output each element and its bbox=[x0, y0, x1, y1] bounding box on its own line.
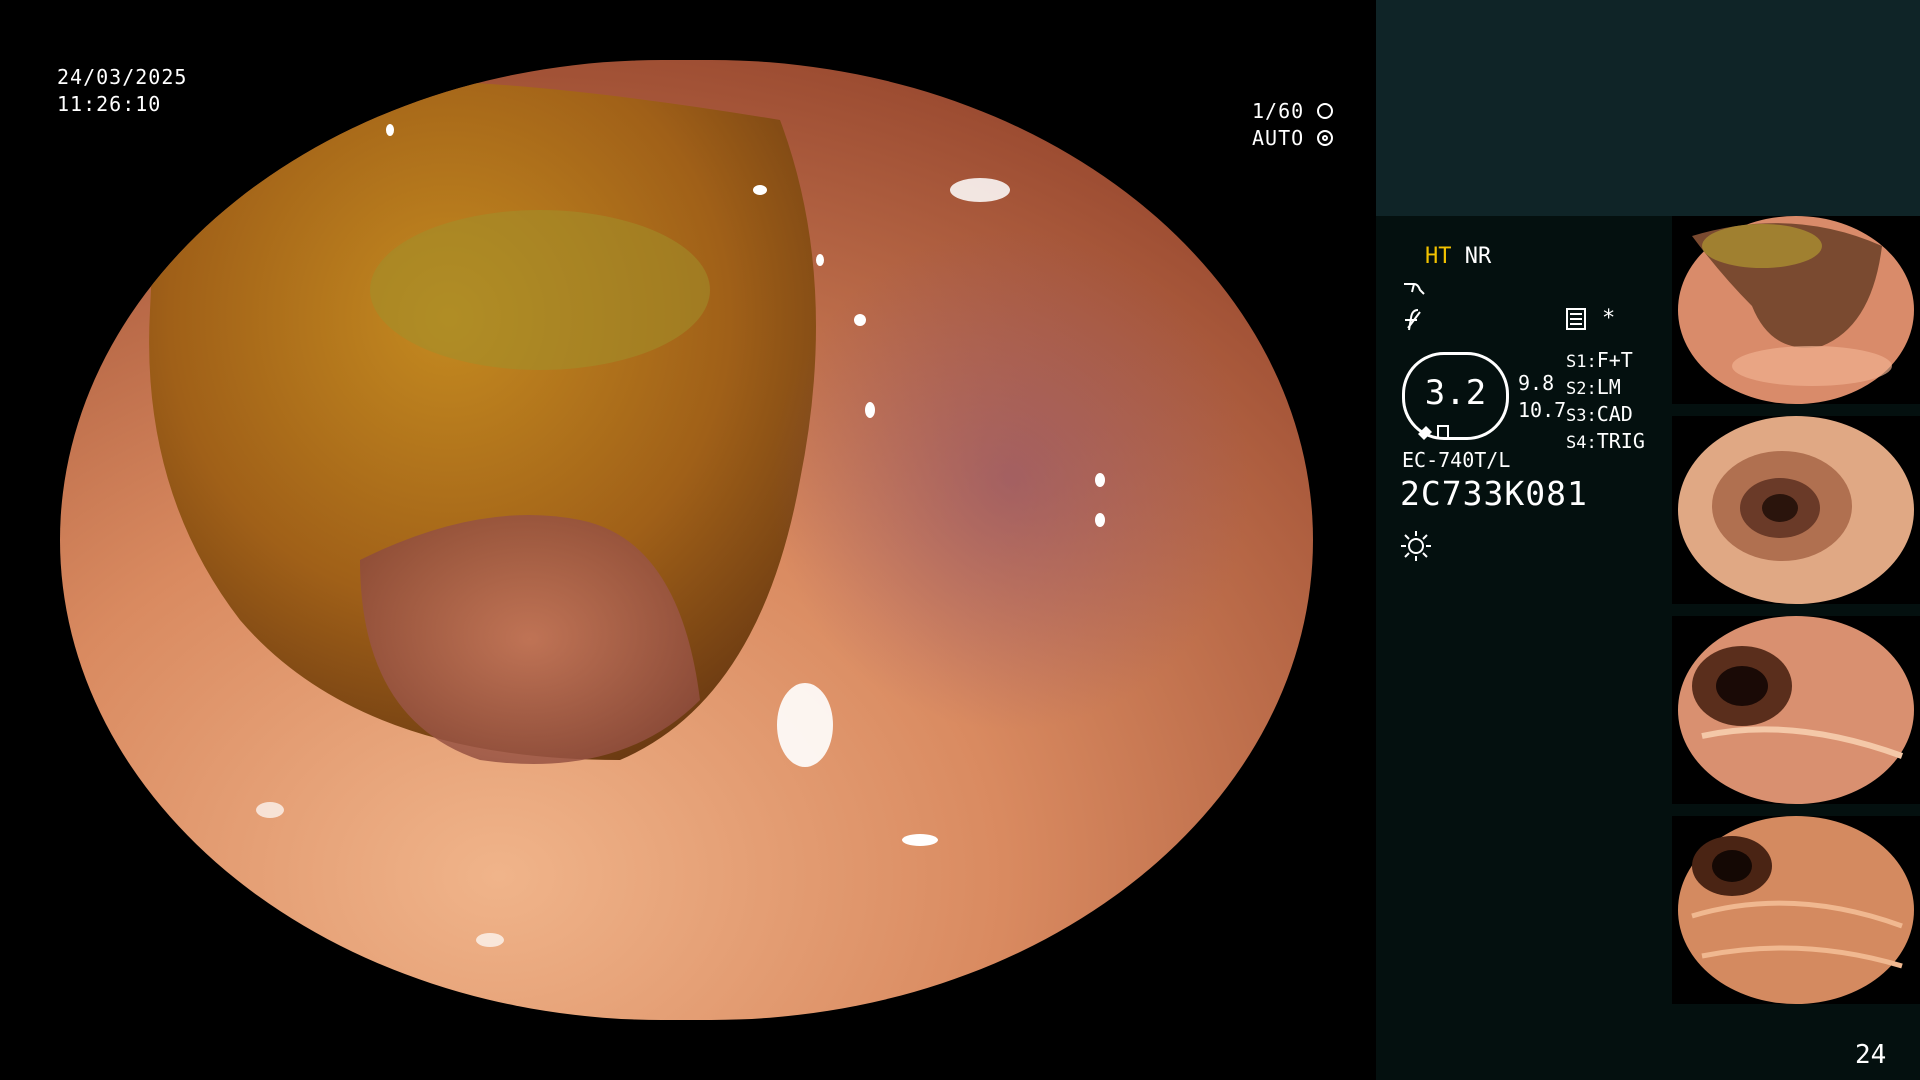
mode-ht: HT bbox=[1425, 244, 1452, 269]
switch-value: F+T bbox=[1596, 348, 1633, 372]
side-values: 9.8 10.7 bbox=[1518, 370, 1566, 424]
switch-key: S4: bbox=[1566, 433, 1597, 453]
aperture-icon bbox=[1317, 102, 1334, 119]
thumbnail-serial: 2C733K081 bbox=[1676, 793, 1725, 803]
thumbnail-serial: 2C733K081 bbox=[1676, 993, 1725, 1003]
curve-icon bbox=[1402, 278, 1428, 298]
exposure-mode-text: AUTO bbox=[1252, 126, 1305, 150]
switch-key: S2: bbox=[1566, 379, 1597, 399]
switch-item: S1:F+T bbox=[1566, 348, 1645, 375]
thumbnail-number: 21 bbox=[1908, 793, 1919, 803]
date-text: 24/03/2025 bbox=[57, 65, 188, 89]
switch-key: S3: bbox=[1566, 406, 1597, 426]
iris-icon bbox=[1317, 129, 1334, 146]
switch-item: S4:TRIG bbox=[1566, 429, 1645, 456]
scope-model: EC-740T/L bbox=[1402, 448, 1511, 472]
thumbnail[interactable]: 2C733K081 21 bbox=[1672, 616, 1920, 804]
mode-nr: NR bbox=[1464, 244, 1492, 269]
thumbnail[interactable]: 2C733K081 20 bbox=[1672, 816, 1920, 1004]
switch-list: S1:F+T S2:LM S3:CAD S4:TRIG bbox=[1566, 348, 1645, 456]
shutter-text: 1/60 bbox=[1252, 99, 1305, 123]
info-panel-header bbox=[1376, 0, 1920, 216]
page-number: 24 bbox=[1855, 1040, 1887, 1070]
thumbnail-image: 2C733K081 22 bbox=[1672, 416, 1920, 604]
time-text: 11:26:10 bbox=[57, 92, 162, 116]
endoscopy-image bbox=[60, 60, 1313, 1020]
exposure-info: 1/60 AUTO bbox=[1252, 98, 1334, 152]
switch-key: S1: bbox=[1566, 352, 1597, 372]
thumbnail-serial: 2C733K081 bbox=[1676, 593, 1725, 603]
thumbnail-number: 22 bbox=[1908, 593, 1919, 603]
thumbnail[interactable]: 2C733K081 22 bbox=[1672, 416, 1920, 604]
thumbnail-image: 2C733K081 20 bbox=[1672, 816, 1920, 1004]
gauge-marker-icon bbox=[1414, 420, 1454, 440]
asterisk-indicator: * bbox=[1602, 306, 1616, 331]
switch-value: LM bbox=[1596, 375, 1621, 399]
thumbnail[interactable]: 23 bbox=[1672, 216, 1920, 404]
thumbnail-image: 2C733K081 21 bbox=[1672, 616, 1920, 804]
switch-item: S2:LM bbox=[1566, 375, 1645, 402]
switch-value: CAD bbox=[1596, 402, 1633, 426]
slash-f-icon bbox=[1402, 308, 1428, 332]
processing-modes: HT NR bbox=[1425, 244, 1491, 269]
endoscopy-view bbox=[60, 60, 1313, 1020]
gauge-value: 3.2 bbox=[1424, 373, 1487, 413]
memory-icon bbox=[1566, 308, 1586, 330]
switch-value: TRIG bbox=[1596, 429, 1645, 453]
light-sun-icon bbox=[1400, 530, 1432, 562]
thumbnail-number: 23 bbox=[1908, 393, 1919, 403]
scope-serial: 2C733K081 bbox=[1400, 474, 1588, 513]
timestamp: 24/03/2025 11:26:10 bbox=[57, 64, 187, 118]
thumbnail-number: 20 bbox=[1908, 993, 1919, 1003]
side-value-2: 10.7 bbox=[1518, 398, 1567, 422]
switch-item: S3:CAD bbox=[1566, 402, 1645, 429]
side-value-1: 9.8 bbox=[1518, 371, 1555, 395]
thumbnail-image: 23 bbox=[1672, 216, 1920, 404]
